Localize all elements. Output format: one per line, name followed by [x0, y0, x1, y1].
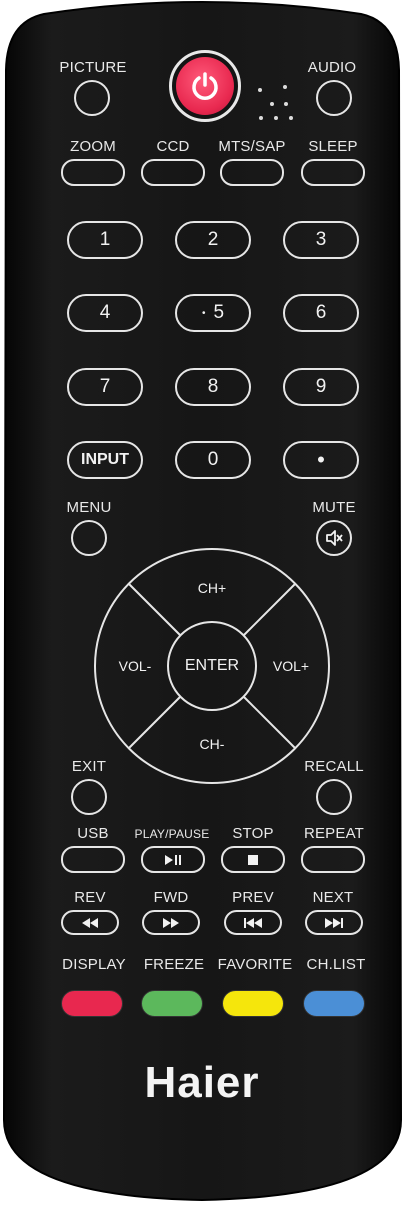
digit-6-label: 6	[315, 302, 327, 323]
play-pause-button[interactable]	[141, 846, 205, 873]
brand-logo: Haier	[144, 1058, 260, 1107]
repeat-button[interactable]	[301, 846, 365, 873]
picture-button[interactable]	[74, 80, 110, 116]
digit-4-button[interactable]: 4	[67, 294, 143, 332]
skip-previous-icon	[244, 917, 262, 928]
vol-up-button[interactable]	[264, 614, 324, 718]
tactile-dot-icon: •	[201, 307, 206, 319]
power-button[interactable]	[169, 50, 241, 122]
recall-button[interactable]	[316, 779, 352, 815]
picture-label: PICTURE	[59, 59, 127, 76]
vol-down-button[interactable]	[100, 614, 160, 718]
digit-1-label: 1	[99, 229, 111, 250]
repeat-label: REPEAT	[303, 825, 365, 842]
ccd-button[interactable]	[141, 159, 205, 186]
next-button[interactable]	[305, 910, 363, 935]
fast-forward-icon	[163, 917, 179, 928]
ch-list-label: CH.LIST	[306, 956, 366, 973]
sleep-label: SLEEP	[308, 138, 358, 155]
next-label: NEXT	[312, 889, 354, 906]
mts-sap-button[interactable]	[220, 159, 284, 186]
mts-sap-label: MTS/SAP	[218, 138, 286, 155]
digit-8-label: 8	[207, 376, 219, 397]
audio-button[interactable]	[316, 80, 352, 116]
green-freeze-button[interactable]	[141, 990, 203, 1017]
fwd-label: FWD	[153, 889, 189, 906]
digit-3-label: 3	[315, 229, 327, 250]
digit-6-button[interactable]: 6	[283, 294, 359, 332]
sleep-button[interactable]	[301, 159, 365, 186]
fwd-button[interactable]	[142, 910, 200, 935]
zoom-button[interactable]	[61, 159, 125, 186]
rev-button[interactable]	[61, 910, 119, 935]
mute-speaker-icon	[326, 530, 343, 546]
digit-8-button[interactable]: 8	[175, 368, 251, 406]
remote-control: PICTURE AUDIO ZOOM CCD MTS/SAP SLEEP 1 2…	[0, 0, 405, 1206]
dot-label: •	[317, 447, 325, 472]
recall-label: RECALL	[304, 758, 364, 775]
skip-next-icon	[325, 917, 343, 928]
digit-0-button[interactable]: 0	[175, 441, 251, 479]
input-button[interactable]: INPUT	[67, 441, 143, 479]
digit-1-button[interactable]: 1	[67, 221, 143, 259]
input-label: INPUT	[81, 451, 129, 468]
digit-3-button[interactable]: 3	[283, 221, 359, 259]
menu-button[interactable]	[71, 520, 107, 556]
digit-4-label: 4	[99, 302, 111, 323]
digit-5-button[interactable]: • 5	[175, 294, 251, 332]
enter-button[interactable]	[170, 624, 254, 708]
mute-label: MUTE	[312, 499, 356, 516]
usb-label: USB	[77, 825, 109, 842]
digit-2-button[interactable]: 2	[175, 221, 251, 259]
ch-down-button[interactable]	[160, 712, 264, 772]
yellow-favorite-button[interactable]	[222, 990, 284, 1017]
favorite-label: FAVORITE	[217, 956, 293, 973]
prev-button[interactable]	[224, 910, 282, 935]
prev-label: PREV	[232, 889, 274, 906]
digit-5-label: 5	[213, 302, 225, 323]
digit-7-label: 7	[99, 376, 111, 397]
freeze-label: FREEZE	[143, 956, 205, 973]
stop-icon	[248, 854, 258, 865]
red-display-button[interactable]	[61, 990, 123, 1017]
ch-up-button[interactable]	[160, 560, 264, 620]
mute-button[interactable]	[316, 520, 352, 556]
dot-button[interactable]: •	[283, 441, 359, 479]
ccd-label: CCD	[156, 138, 190, 155]
digit-0-label: 0	[207, 449, 219, 470]
power-icon	[192, 72, 218, 100]
rewind-icon	[82, 917, 98, 928]
audio-label: AUDIO	[307, 59, 357, 76]
play-pause-label: PLAY/PAUSE	[134, 827, 210, 841]
play-pause-icon	[165, 854, 181, 865]
rev-label: REV	[74, 889, 106, 906]
digit-9-button[interactable]: 9	[283, 368, 359, 406]
digit-7-button[interactable]: 7	[67, 368, 143, 406]
exit-label: EXIT	[71, 758, 107, 775]
display-label: DISPLAY	[62, 956, 126, 973]
zoom-label: ZOOM	[70, 138, 116, 155]
blue-ch-list-button[interactable]	[303, 990, 365, 1017]
menu-label: MENU	[66, 499, 112, 516]
digit-9-label: 9	[315, 376, 327, 397]
exit-button[interactable]	[71, 779, 107, 815]
digit-2-label: 2	[207, 229, 219, 250]
usb-button[interactable]	[61, 846, 125, 873]
stop-button[interactable]	[221, 846, 285, 873]
stop-label: STOP	[232, 825, 274, 842]
